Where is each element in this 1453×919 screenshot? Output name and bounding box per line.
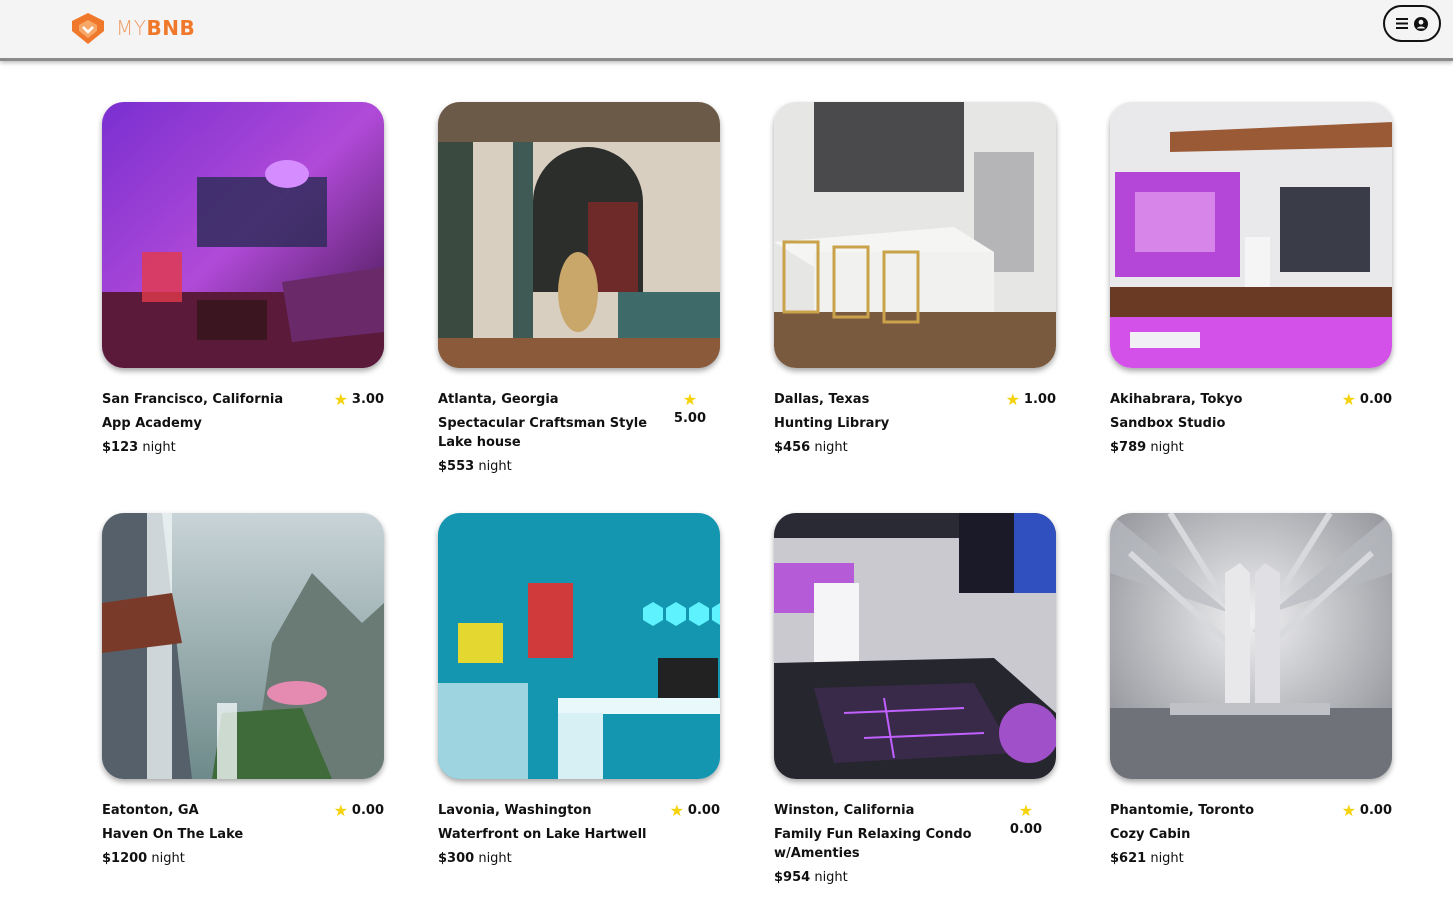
listing-title: Spectacular Craftsman Style Lake house — [438, 416, 648, 450]
listing-title: App Academy — [102, 416, 202, 431]
listing-location: Eatonton, GA — [102, 803, 199, 818]
listing-price: $621 night — [1110, 851, 1184, 866]
listing-card[interactable]: Atlanta, Georgia Spectacular Craftsman S… — [438, 102, 720, 476]
star-icon: ★ — [1018, 801, 1034, 820]
brand-logo[interactable]: MYBNB — [66, 9, 195, 47]
listing-card[interactable]: Phantomie, Toronto Cozy Cabin $621 night… — [1110, 513, 1392, 868]
star-icon: ★ — [1005, 390, 1020, 409]
listing-card[interactable]: Eatonton, GA Haven On The Lake $1200 nig… — [102, 513, 384, 868]
listing-photo[interactable] — [1110, 513, 1392, 779]
listing-price: $123 night — [102, 440, 176, 455]
listing-location: Akihabrara, Tokyo — [1110, 392, 1243, 407]
listing-card[interactable]: Dallas, Texas Hunting Library $456 night… — [774, 102, 1056, 457]
listing-price: $553 night — [438, 459, 512, 474]
star-icon: ★ — [1341, 390, 1356, 409]
listing-location: Phantomie, Toronto — [1110, 803, 1255, 818]
listing-title: Family Fun Relaxing Condo w/Amenties — [774, 827, 972, 861]
listing-price: $789 night — [1110, 440, 1184, 455]
hamburger-icon — [1396, 18, 1408, 29]
listing-rating: ★ 0.00 — [1009, 801, 1042, 837]
listing-title: Cozy Cabin — [1110, 827, 1191, 842]
listing-rating: ★ 3.00 — [333, 390, 384, 409]
listing-location: San Francisco, California — [102, 392, 284, 407]
listing-photo[interactable] — [102, 513, 384, 779]
star-icon: ★ — [1341, 801, 1356, 820]
listing-photo[interactable] — [774, 513, 1056, 779]
star-icon: ★ — [333, 390, 348, 409]
listing-photo[interactable] — [1110, 102, 1392, 368]
listing-location: Winston, California — [774, 803, 915, 818]
listing-price: $954 night — [774, 870, 848, 885]
listing-photo[interactable] — [438, 513, 720, 779]
listing-card[interactable]: Winston, California Family Fun Relaxing … — [774, 513, 1056, 887]
listing-photo[interactable] — [774, 102, 1056, 368]
listing-rating: ★ 0.00 — [1341, 801, 1392, 820]
listing-card[interactable]: San Francisco, California App Academy $1… — [102, 102, 384, 457]
listing-title: Waterfront on Lake Hartwell — [438, 827, 647, 842]
listing-title: Haven On The Lake — [102, 827, 244, 842]
listing-price: $1200 night — [102, 851, 185, 866]
top-nav: MYBNB — [0, 0, 1453, 61]
star-icon: ★ — [682, 390, 698, 409]
profile-menu-button[interactable] — [1383, 5, 1441, 42]
listing-card[interactable]: Akihabrara, Tokyo Sandbox Studio $789 ni… — [1110, 102, 1392, 457]
listing-title: Sandbox Studio — [1110, 416, 1226, 431]
listing-rating: ★ 0.00 — [333, 801, 384, 820]
listing-price: $456 night — [774, 440, 848, 455]
user-circle-icon — [1414, 16, 1428, 31]
house-logo-icon — [72, 13, 104, 44]
listing-rating: ★ 5.00 — [673, 390, 706, 426]
listing-location: Dallas, Texas — [774, 392, 870, 407]
listing-location: Lavonia, Washington — [438, 803, 592, 818]
listing-rating: ★ 1.00 — [1005, 390, 1056, 409]
listing-photo[interactable] — [438, 102, 720, 368]
listing-rating: ★ 0.00 — [1341, 390, 1392, 409]
listing-price: $300 night — [438, 851, 512, 866]
listing-title: Hunting Library — [774, 416, 890, 431]
listing-location: Atlanta, Georgia — [438, 392, 559, 407]
listing-rating: ★ 0.00 — [669, 801, 720, 820]
star-icon: ★ — [333, 801, 348, 820]
listing-card[interactable]: Lavonia, Washington Waterfront on Lake H… — [438, 513, 720, 868]
brand-name: MYBNB — [116, 16, 196, 40]
star-icon: ★ — [669, 801, 684, 820]
listing-photo[interactable] — [102, 102, 384, 368]
